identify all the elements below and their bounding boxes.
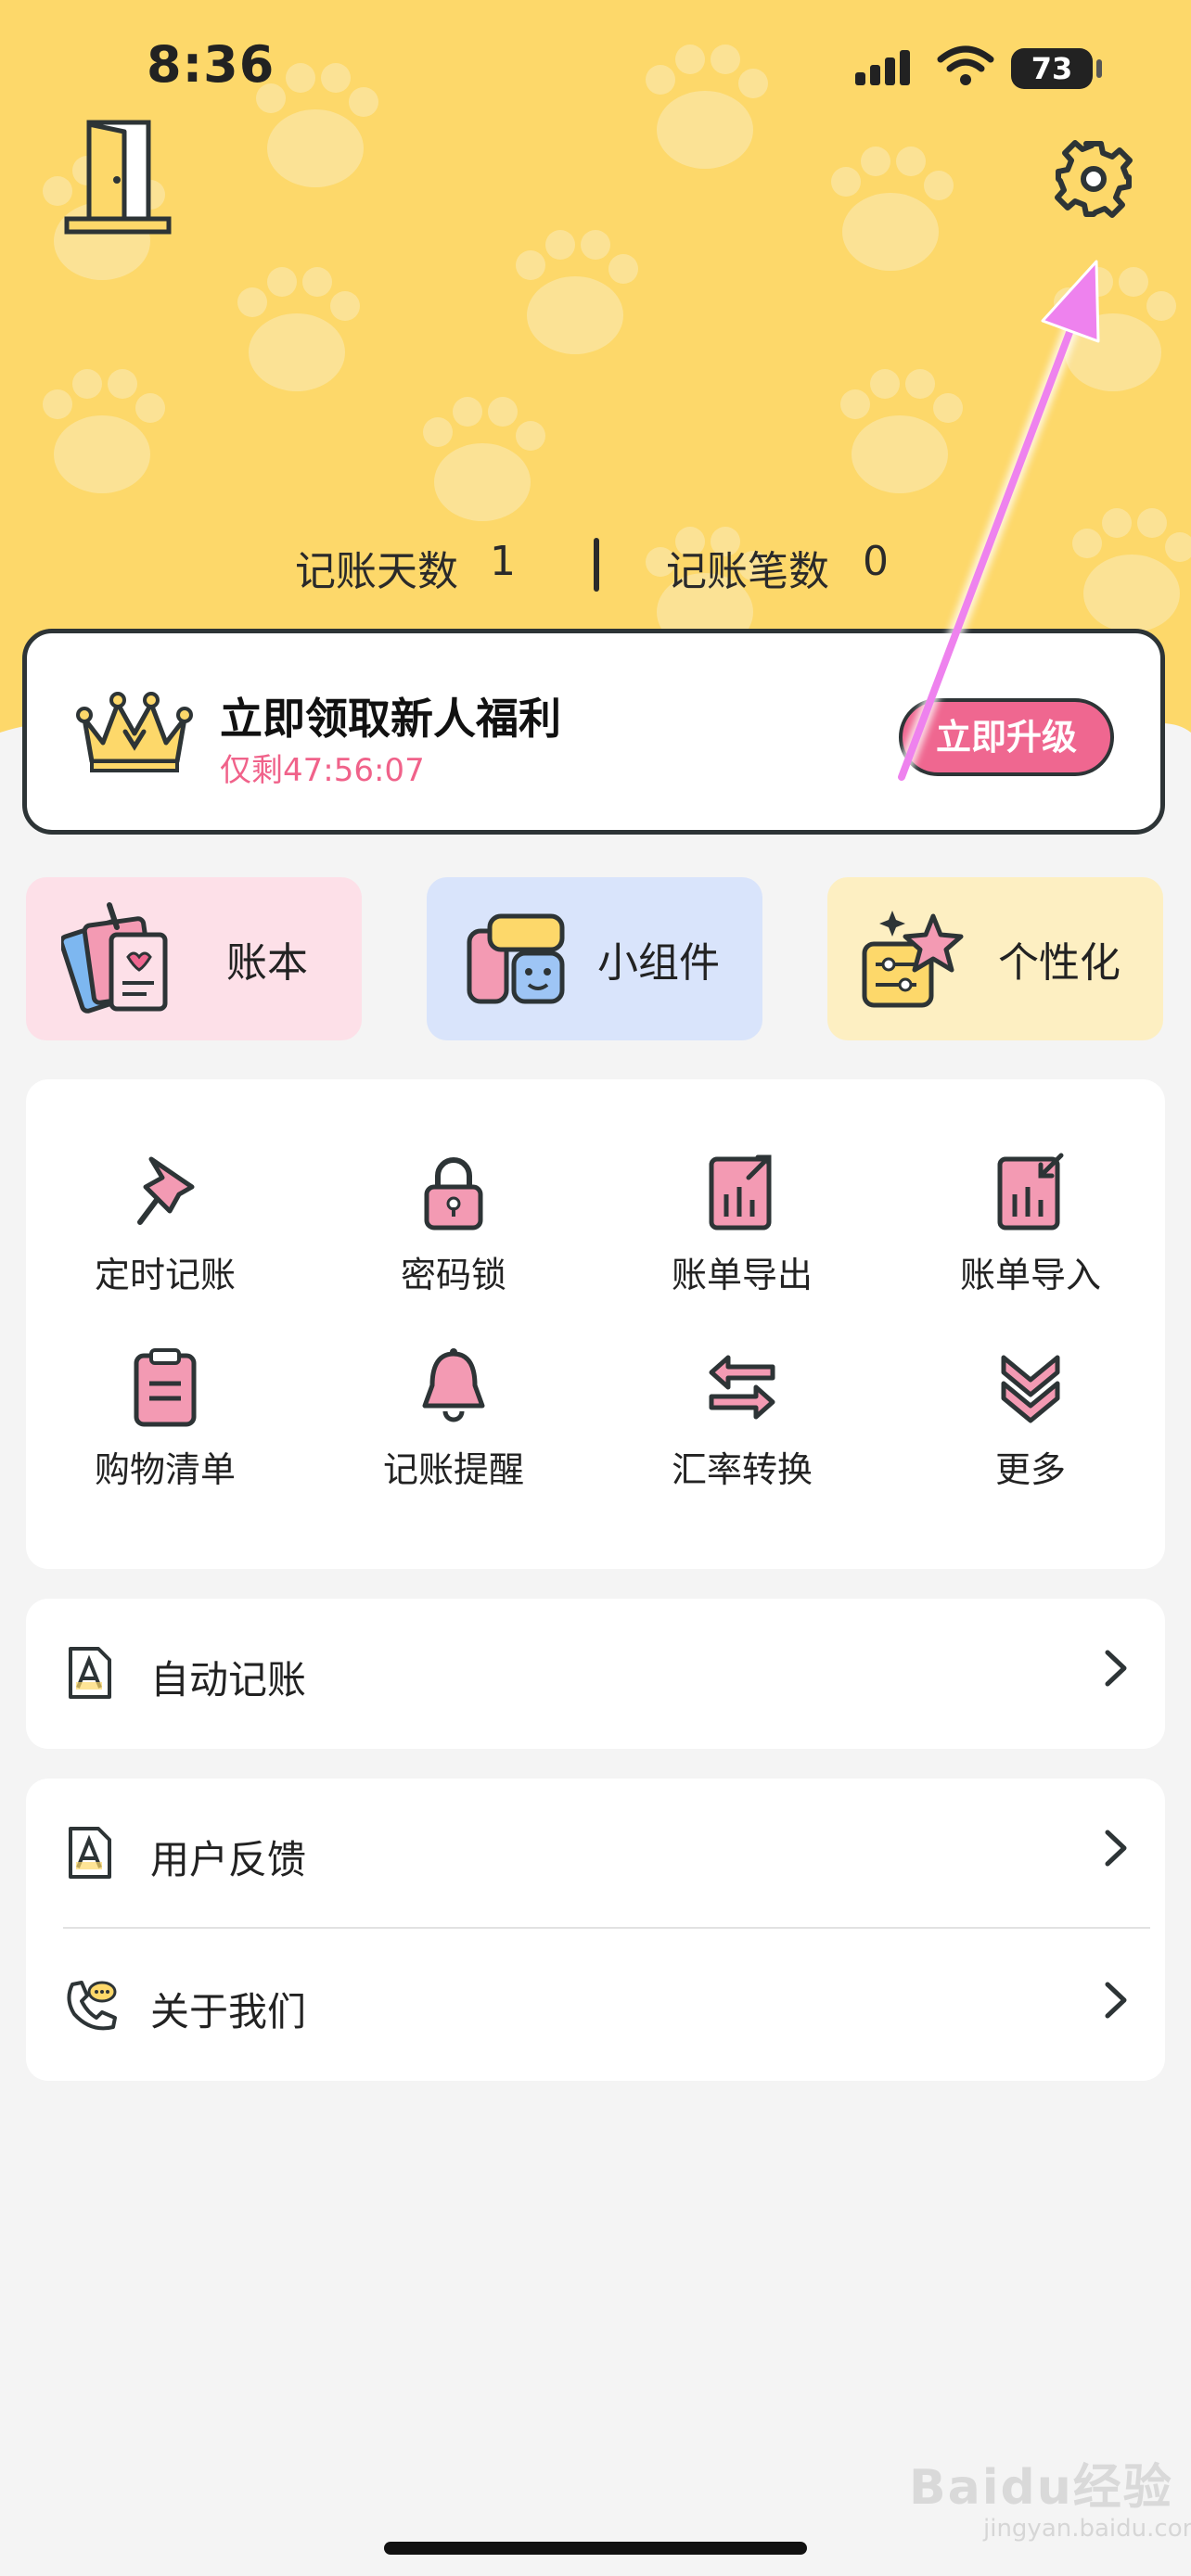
tool-label: 账单导出 (671, 1255, 813, 1295)
tool-label: 定时记账 (94, 1255, 236, 1295)
count-label: 记账笔数 (666, 548, 829, 595)
exit-door-icon[interactable] (61, 115, 176, 236)
personalize-icon (862, 911, 964, 1008)
quick-action-widgets[interactable]: 小组件 (427, 877, 762, 1040)
clipboard-icon (134, 1348, 197, 1427)
chevron-right-icon (1105, 1830, 1127, 1867)
quick-action-widgets-label: 小组件 (597, 939, 720, 987)
battery-level: 73 (1011, 48, 1093, 89)
tool-label: 记账提醒 (382, 1449, 524, 1490)
phone-chat-icon (67, 1981, 117, 2031)
import-icon (997, 1153, 1064, 1231)
tool-label: 汇率转换 (671, 1449, 813, 1490)
record-stats: 记账天数 1 记账笔数 0 (0, 538, 1191, 595)
feedback-icon (69, 1827, 111, 1879)
cellular-signal-icon (855, 50, 910, 85)
battery-nub (1096, 59, 1102, 78)
new-user-promo-card[interactable]: 立即领取新人福利 仅剩47:56:07 立即升级 (22, 629, 1165, 835)
double-chevron-down-icon (1001, 1355, 1060, 1423)
tool-label: 账单导入 (959, 1255, 1101, 1295)
chevron-right-icon (1105, 1650, 1127, 1687)
menu-label: 自动记账 (150, 1657, 307, 1702)
tool-scheduled-record[interactable]: 定时记账 (54, 1150, 276, 1307)
upgrade-button[interactable]: 立即升级 (899, 698, 1114, 776)
tool-label: 密码锁 (400, 1255, 506, 1295)
tool-password-lock[interactable]: 密码锁 (342, 1150, 565, 1307)
tool-bill-export[interactable]: 账单导出 (631, 1150, 853, 1307)
lock-icon (424, 1157, 483, 1231)
menu-label: 用户反馈 (150, 1837, 307, 1882)
quick-action-books[interactable]: 账本 (26, 877, 362, 1040)
status-bar: 8:36 73 (0, 0, 1191, 139)
days-value: 1 (490, 538, 516, 585)
widget-icon (467, 913, 565, 1004)
tool-bill-import[interactable]: 账单导入 (919, 1150, 1142, 1307)
gear-icon[interactable] (1054, 139, 1133, 219)
days-label: 记账天数 (295, 548, 458, 595)
promo-title: 立即领取新人福利 (220, 694, 561, 744)
promo-countdown: 仅剩47:56:07 (220, 752, 425, 789)
menu-label: 关于我们 (150, 1989, 307, 2034)
tool-more[interactable]: 更多 (919, 1345, 1142, 1502)
exchange-arrows-icon (709, 1355, 775, 1420)
count-value: 0 (863, 538, 889, 585)
quick-action-books-label: 账本 (226, 939, 308, 987)
status-time: 8:36 (147, 35, 275, 94)
auto-record-icon (69, 1647, 111, 1699)
bell-icon (422, 1348, 485, 1422)
menu-divider (63, 1927, 1150, 1929)
tool-shopping-list[interactable]: 购物清单 (54, 1345, 276, 1502)
pin-icon (137, 1156, 195, 1225)
tool-label: 更多 (994, 1449, 1066, 1490)
wifi-icon (937, 45, 994, 85)
menu-row-auto-record[interactable]: 自动记账 (26, 1599, 1165, 1747)
home-indicator[interactable] (384, 2542, 807, 2555)
tool-currency-exchange[interactable]: 汇率转换 (631, 1345, 853, 1502)
menu-row-about[interactable]: 关于我们 (26, 1931, 1165, 2079)
ledger-book-icon (61, 902, 168, 1014)
tool-record-reminder[interactable]: 记账提醒 (342, 1345, 565, 1502)
tool-label: 购物清单 (94, 1449, 236, 1490)
quick-action-personalize[interactable]: 个性化 (827, 877, 1163, 1040)
watermark-logo: Baidu经验 (909, 2460, 1173, 2516)
tools-grid: 定时记账 密码锁 账单导出 账单导入 购物清单 记账提醒 汇率转换 更多 (26, 1079, 1165, 1569)
export-icon (709, 1154, 772, 1231)
settings-menu-card: 用户反馈 关于我们 (26, 1779, 1165, 2081)
crown-icon (76, 692, 193, 772)
auto-record-card: 自动记账 (26, 1599, 1165, 1749)
quick-action-personalize-label: 个性化 (998, 939, 1121, 987)
chevron-right-icon (1105, 1982, 1127, 2019)
watermark-url: jingyan.baidu.com (983, 2515, 1191, 2543)
menu-row-feedback[interactable]: 用户反馈 (26, 1779, 1165, 1927)
stats-divider (594, 538, 599, 592)
